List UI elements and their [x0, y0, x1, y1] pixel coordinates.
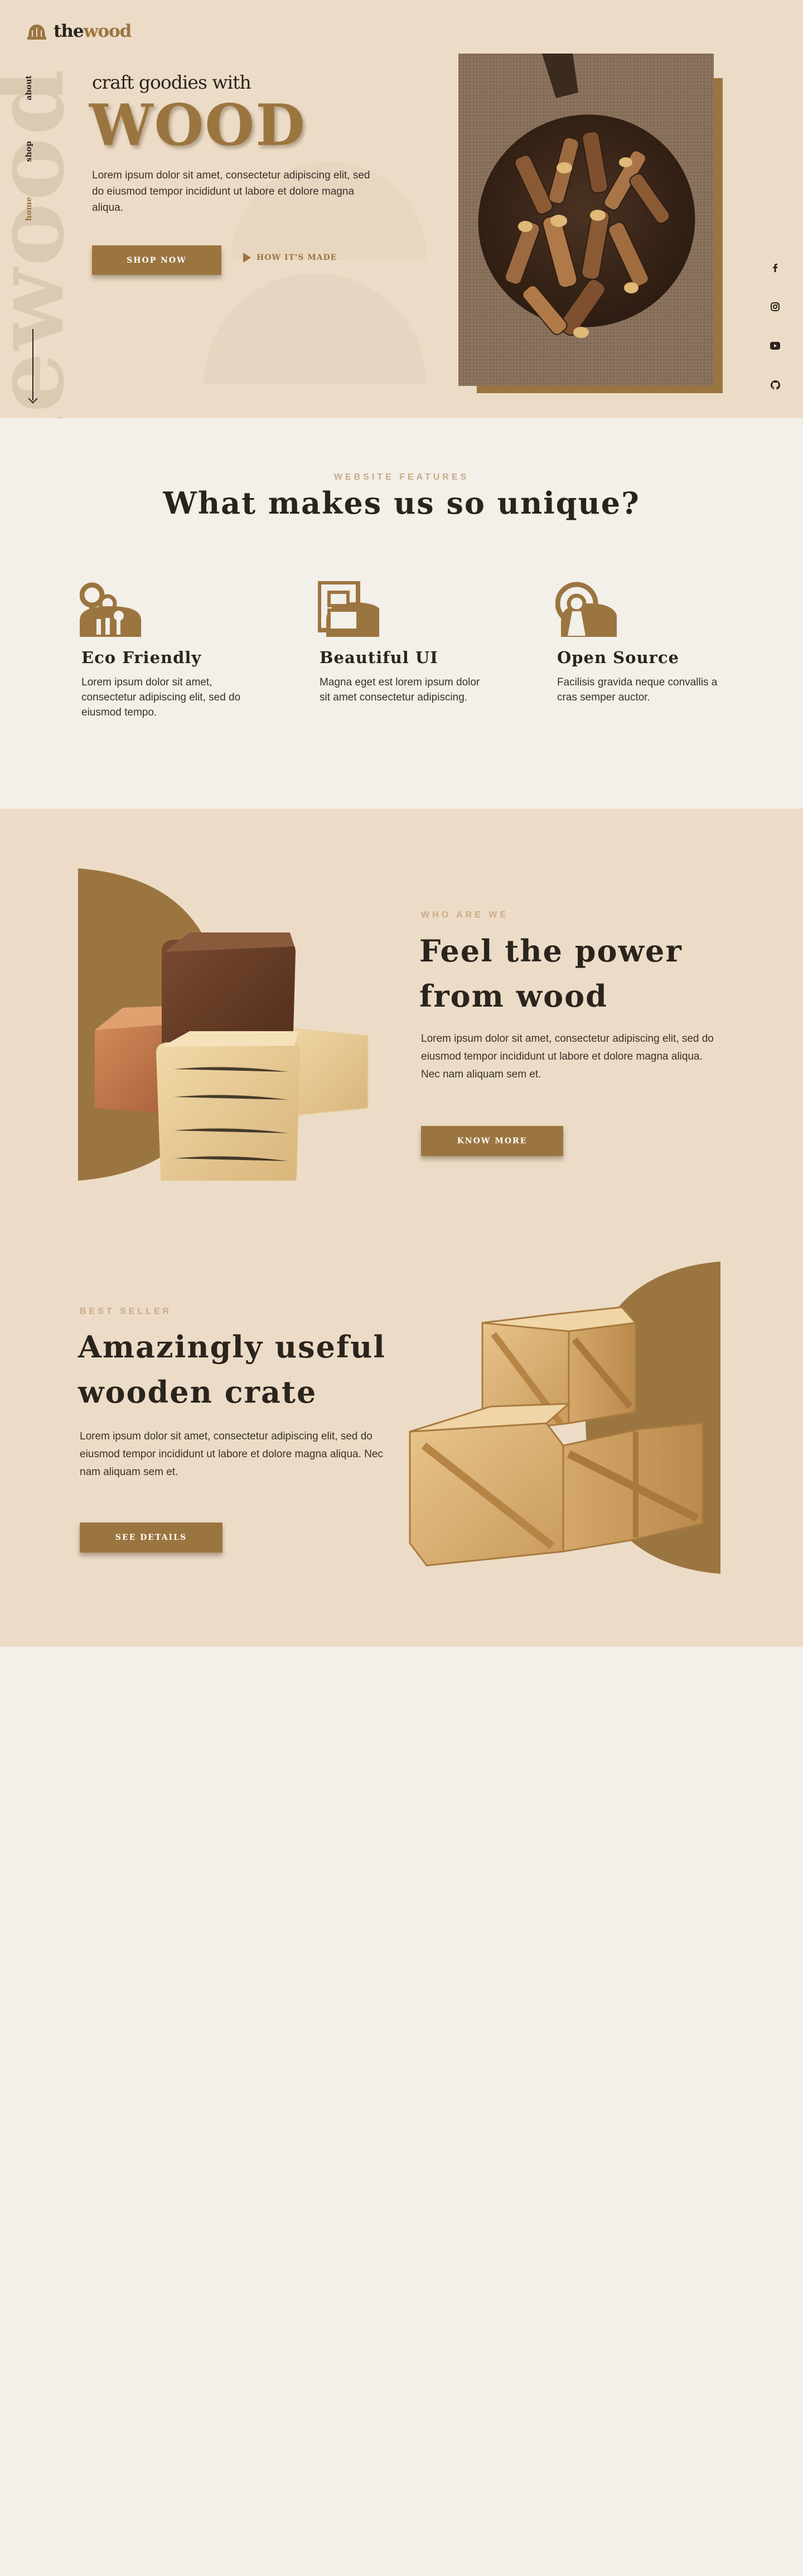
features-section: WEBSITE FEATURES What makes us so unique… [0, 418, 803, 809]
nav-shop[interactable]: shop [25, 141, 33, 162]
decor-half-circle [204, 273, 427, 385]
hero-headline: WOOD [89, 92, 306, 159]
brand-name: thewood [54, 21, 132, 41]
bestseller-title-line1: Amazingly useful [78, 1329, 386, 1365]
about-description: Lorem ipsum dolor sit amet, consectetur … [421, 1033, 714, 1080]
feature-title: Beautiful UI [320, 648, 438, 667]
know-more-button[interactable]: KNOW MORE [421, 1126, 563, 1156]
see-details-button[interactable]: SEE DETAILS [80, 1523, 222, 1553]
nav-about[interactable]: about [25, 75, 33, 100]
shop-now-button[interactable]: SHOP NOW [92, 245, 221, 275]
bestseller-title-line2: wooden crate [78, 1374, 317, 1410]
bestseller-title: Amazingly useful wooden crate [78, 1325, 413, 1415]
feature-text: Lorem ipsum dolor sit amet, consectetur … [81, 676, 241, 718]
brand-logo[interactable]: thewood [26, 20, 132, 42]
facebook-icon[interactable] [767, 259, 783, 276]
crates-image [402, 1262, 720, 1579]
play-icon [243, 253, 251, 263]
open-source-icon [555, 582, 617, 637]
trees-icon [80, 582, 141, 637]
hero-product-image [458, 54, 714, 386]
instagram-icon[interactable] [767, 298, 783, 315]
features-title: What makes us so unique? [163, 485, 640, 521]
licorice-root-illustration [458, 54, 714, 386]
features-eyebrow: WEBSITE FEATURES [333, 472, 470, 482]
about-title-line2: from wood [419, 978, 608, 1014]
hero-section: Thewood thewood about shop home craft go… [0, 0, 803, 418]
logo-icon [27, 25, 46, 40]
cubes-image [78, 868, 379, 1187]
hero-description: Lorem ipsum dolor sit amet, consectetur … [92, 170, 370, 214]
how-its-made-label: HOW IT'S MADE [257, 253, 337, 262]
about-section: WHO ARE WE Feel the power from wood Lore… [0, 809, 803, 1647]
bestseller-description: Lorem ipsum dolor sit amet, consectetur … [80, 1430, 383, 1478]
how-its-made-link[interactable]: HOW IT'S MADE [243, 253, 337, 263]
about-title: Feel the power from wood [419, 929, 732, 1019]
scroll-down-arrow-icon[interactable] [28, 329, 38, 404]
layout-icon [318, 581, 379, 637]
github-icon[interactable] [767, 376, 783, 393]
hero-tagline: craft goodies with [92, 71, 251, 93]
bestseller-eyebrow: BEST SELLER [80, 1307, 172, 1316]
about-eyebrow: WHO ARE WE [421, 910, 509, 920]
feature-text: Facilisis gravida neque convallis a cras… [557, 676, 718, 703]
feature-text: Magna eget est lorem ipsum dolor sit ame… [320, 676, 480, 703]
feature-title: Open Source [557, 648, 679, 667]
feature-title: Eco Friendly [81, 648, 202, 667]
youtube-icon[interactable] [767, 337, 783, 354]
about-title-line1: Feel the power [419, 933, 683, 969]
nav-home[interactable]: home [25, 197, 33, 221]
